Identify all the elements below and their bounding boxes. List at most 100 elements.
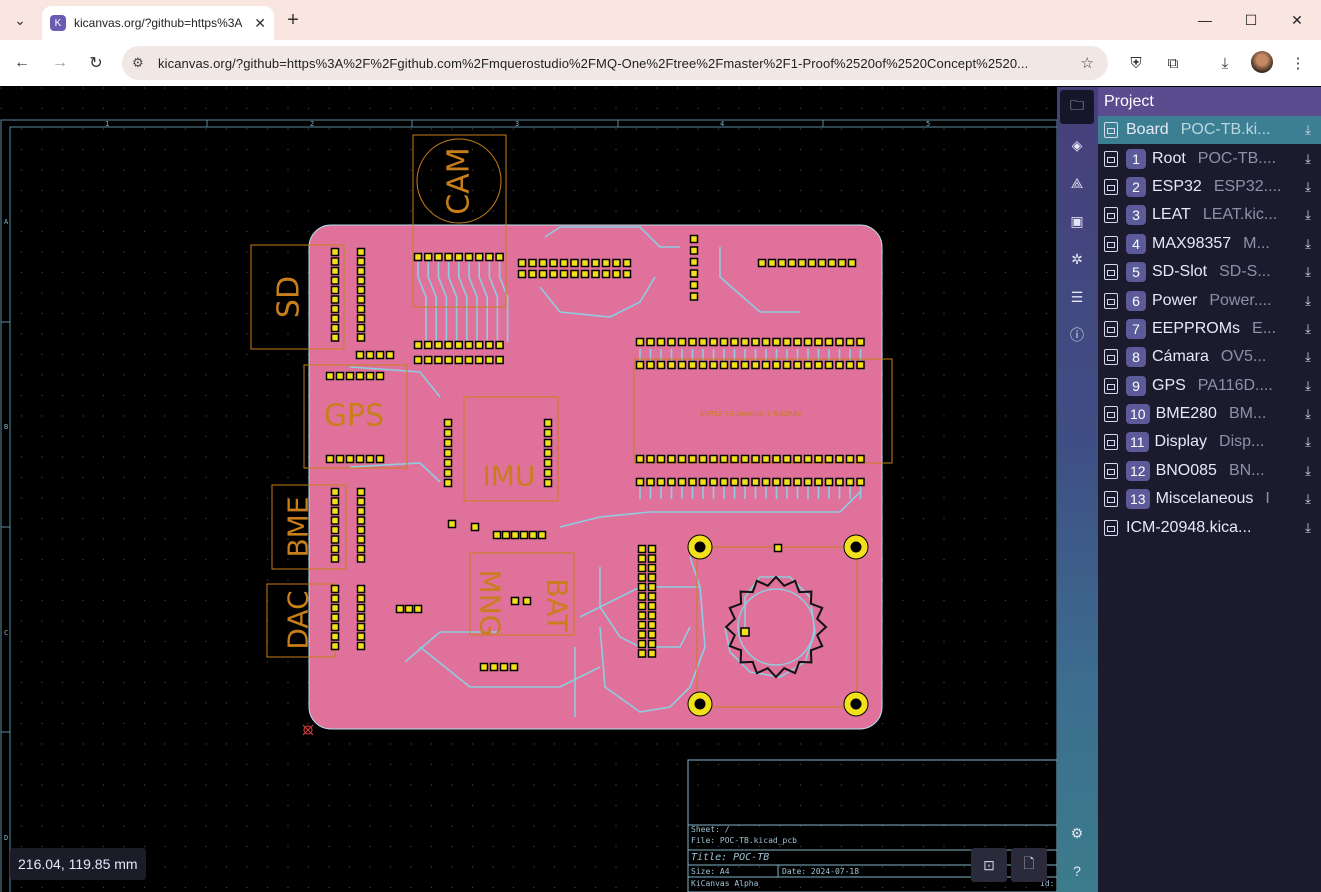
download-icon[interactable]: ⤓ <box>1213 51 1237 75</box>
project-panel: Project Board POC-TB.ki... ⤓ 1 Root POC-TB...… <box>1098 87 1321 892</box>
address-bar[interactable]: ⚙ kicanvas.org/?github=https%3A%2F%2Fgit… <box>122 46 1108 80</box>
download-icon[interactable]: ⤓ <box>1295 236 1321 252</box>
browser-tab[interactable]: K kicanvas.org/?github=https%3A ✕ <box>42 6 274 40</box>
sheet-number-badge: 5 <box>1126 262 1146 283</box>
silk-mng: MNG <box>474 570 507 637</box>
sheet-number-badge: 8 <box>1126 347 1146 368</box>
project-file-name: Root <box>1152 149 1186 167</box>
download-icon[interactable]: ⤓ <box>1295 491 1321 507</box>
cursor-coordinates: 216.04, 119.85 mm <box>10 848 146 880</box>
settings-icon[interactable]: ⚙ <box>1060 816 1094 850</box>
project-file-name: BNO085 <box>1155 461 1217 479</box>
folder-icon[interactable]: 🗀 <box>1060 90 1094 124</box>
project-file-name: LEAT <box>1152 206 1191 224</box>
schematic-file-icon <box>1104 150 1118 167</box>
footprint-icon[interactable]: ▣ <box>1060 204 1094 238</box>
download-icon[interactable]: ⤓ <box>1295 264 1321 280</box>
window-close-icon[interactable]: ✕ <box>1274 0 1320 40</box>
help-icon[interactable]: ? <box>1060 854 1094 888</box>
origin-marker <box>302 724 314 736</box>
url-text[interactable]: kicanvas.org/?github=https%3A%2F%2Fgithu… <box>158 56 1058 71</box>
project-file-row[interactable]: 5 SD-Slot SD-S... ⤓ <box>1098 258 1321 286</box>
project-file-name: GPS <box>1152 376 1186 394</box>
properties-icon[interactable]: ☰ <box>1060 280 1094 314</box>
back-arrow-icon[interactable]: ← <box>10 51 34 75</box>
bookmark-star-icon[interactable]: ☆ <box>1081 54 1094 72</box>
new-tab-button[interactable]: + <box>281 8 305 32</box>
download-icon[interactable]: ⤓ <box>1295 293 1321 309</box>
site-info-icon[interactable]: ⚙ <box>132 55 158 71</box>
project-file-name: Power <box>1152 291 1198 309</box>
nets-icon[interactable]: ✲ <box>1060 242 1094 276</box>
project-file-row[interactable]: ICM-20948.kica... ⤓ <box>1098 513 1321 541</box>
project-file-filename: BN... <box>1228 461 1265 479</box>
project-file-row[interactable]: 1 Root POC-TB.... ⤓ <box>1098 144 1321 172</box>
project-file-filename: PA116D.... <box>1197 376 1273 394</box>
download-icon[interactable]: ⤓ <box>1295 520 1321 536</box>
project-file-row[interactable]: 7 EEPPROMs E... ⤓ <box>1098 315 1321 343</box>
extension-shield-icon[interactable]: ⛨ <box>1124 51 1148 75</box>
download-icon[interactable]: ⤓ <box>1295 179 1321 195</box>
info-icon[interactable]: ⓘ <box>1060 318 1094 352</box>
project-file-row[interactable]: 2 ESP32 ESP32.... ⤓ <box>1098 173 1321 201</box>
tb-date: Date: 2024-07-18 <box>782 867 859 876</box>
profile-avatar[interactable] <box>1251 51 1273 73</box>
project-file-filename: Disp... <box>1219 433 1265 451</box>
project-file-name: ESP32 <box>1152 177 1202 195</box>
project-file-row[interactable]: 4 MAX98357 M... ⤓ <box>1098 230 1321 258</box>
silk-esp: ESP32-S3-DevKitC-1-N32R8V <box>700 410 802 418</box>
project-file-row[interactable]: 11 Display Disp... ⤓ <box>1098 428 1321 456</box>
download-icon[interactable]: ⤓ <box>1295 378 1321 394</box>
tb-app: KiCanvas Alpha <box>691 879 759 888</box>
download-icon[interactable]: ⤓ <box>1295 463 1321 479</box>
extensions-puzzle-icon[interactable]: ⧉ <box>1161 51 1185 75</box>
browser-menu-icon[interactable]: ⋮ <box>1286 51 1310 75</box>
layers-icon[interactable]: ◈ <box>1060 128 1094 162</box>
schematic-file-icon <box>1104 349 1118 366</box>
browser-toolbar: ← → ↻ ⚙ kicanvas.org/?github=https%3A%2F… <box>0 40 1321 86</box>
project-file-row[interactable]: 10 BME280 BM... ⤓ <box>1098 400 1321 428</box>
frame-col-5: 5 <box>926 120 930 128</box>
schematic-file-icon <box>1104 519 1118 536</box>
schematic-file-icon <box>1104 235 1118 252</box>
download-icon[interactable]: ⤓ <box>1295 406 1321 422</box>
maximize-icon[interactable]: ☐ <box>1228 0 1274 40</box>
download-icon[interactable]: ⤓ <box>1295 122 1321 138</box>
project-file-filename: OV5... <box>1220 348 1267 366</box>
forward-arrow-icon[interactable]: → <box>48 51 72 75</box>
project-file-name: MAX98357 <box>1152 234 1232 252</box>
project-file-name: SD-Slot <box>1152 263 1208 281</box>
tb-file: File: POC-TB.kicad_pcb <box>691 836 797 845</box>
project-file-row[interactable]: 13 Miscelaneous I ⤓ <box>1098 485 1321 513</box>
download-icon[interactable]: ⤓ <box>1295 207 1321 223</box>
silk-bme: BME <box>282 496 315 557</box>
kicanvas-favicon-icon: K <box>50 15 66 31</box>
reload-icon[interactable]: ↻ <box>84 51 108 75</box>
project-file-row[interactable]: 8 Cámara OV5... ⤓ <box>1098 343 1321 371</box>
sheet-number-badge: 13 <box>1126 489 1150 510</box>
schematic-file-icon <box>1104 178 1118 195</box>
pcb-view[interactable]: 1 2 3 4 5 A B C D CAM SD GPS IMU BME DAC… <box>0 87 1057 892</box>
zoom-to-page-icon[interactable]: 🗋 <box>1011 848 1047 882</box>
project-file-filename: SD-S... <box>1219 263 1271 281</box>
project-file-row[interactable]: 12 BNO085 BN... ⤓ <box>1098 457 1321 485</box>
tab-close-icon[interactable]: ✕ <box>254 15 266 32</box>
tab-search-chevron-icon[interactable]: ⌄ <box>8 8 32 32</box>
project-file-name: Miscelaneous <box>1155 490 1254 508</box>
project-file-row[interactable]: 9 GPS PA116D.... ⤓ <box>1098 372 1321 400</box>
download-icon[interactable]: ⤓ <box>1295 151 1321 167</box>
project-file-row[interactable]: Board POC-TB.ki... ⤓ <box>1098 116 1321 145</box>
download-icon[interactable]: ⤓ <box>1295 349 1321 365</box>
project-file-row[interactable]: 3 LEAT LEAT.kic... ⤓ <box>1098 201 1321 229</box>
project-file-row[interactable]: 6 Power Power.... ⤓ <box>1098 286 1321 314</box>
minimize-icon[interactable]: — <box>1182 0 1228 40</box>
download-icon[interactable]: ⤓ <box>1295 434 1321 450</box>
project-file-filename: POC-TB.... <box>1197 149 1277 167</box>
zoom-to-selection-icon[interactable]: ⊡ <box>971 848 1007 882</box>
project-file-filename: ESP32.... <box>1213 177 1282 195</box>
silk-imu: IMU <box>483 460 536 493</box>
pcb-canvas[interactable]: 1 2 3 4 5 A B C D CAM SD GPS IMU BME DAC… <box>0 87 1057 892</box>
project-file-name: EEPPROMs <box>1152 319 1241 337</box>
objects-icon[interactable]: ⟁ <box>1060 166 1094 200</box>
download-icon[interactable]: ⤓ <box>1295 321 1321 337</box>
